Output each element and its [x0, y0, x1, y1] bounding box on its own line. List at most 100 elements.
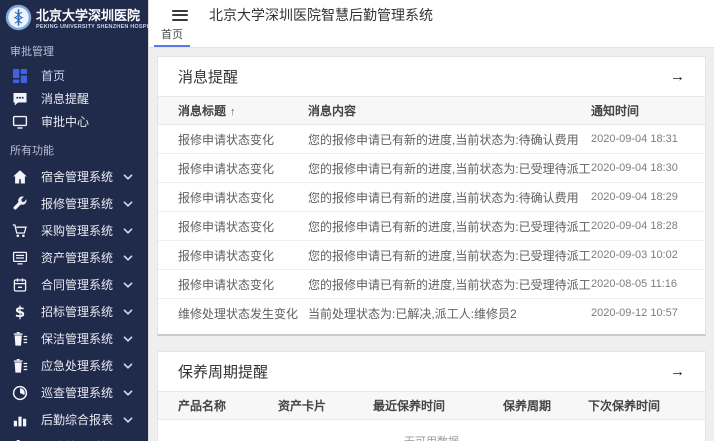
message-title-cell: 报修申请状态变化	[178, 131, 308, 148]
maintenance-panel-title: 保养周期提醒	[178, 361, 268, 382]
hamburger-icon[interactable]	[172, 10, 188, 21]
sidebar-section-label: 所有功能	[0, 133, 148, 163]
message-row[interactable]: 报修申请状态变化您的报修申请已有新的进度,当前状态为:已受理待派工2020-08…	[158, 270, 705, 299]
message-time-cell: 2020-09-04 18:28	[591, 220, 685, 232]
trash-lines-icon	[12, 358, 28, 374]
arrow-right-icon[interactable]: →	[670, 364, 685, 379]
top-bar: 北京大学深圳医院智慧后勤管理系统	[149, 0, 714, 30]
sidebar-item-bidding[interactable]: $ 招标管理系统	[0, 298, 148, 325]
sidebar-item-inspection[interactable]: 巡查管理系统	[0, 379, 148, 406]
sidebar-item-procurement[interactable]: 采购管理系统	[0, 217, 148, 244]
dashboard-icon	[12, 68, 28, 84]
column-header[interactable]: 通知时间	[591, 102, 685, 119]
message-row[interactable]: 报修申请状态变化您的报修申请已有新的进度,当前状态为:待确认费用2020-09-…	[158, 183, 705, 212]
column-header[interactable]: 保养周期	[503, 397, 588, 414]
message-content-cell: 您的报修申请已有新的进度,当前状态为:已受理待派工	[308, 160, 591, 177]
sidebar-item-dormitory[interactable]: 宿舍管理系统	[0, 163, 148, 190]
sidebar-item-cleaning[interactable]: 保洁管理系统	[0, 325, 148, 352]
chevron-down-icon	[122, 306, 134, 318]
message-time-cell: 2020-09-04 18:30	[591, 162, 685, 174]
app-title: 北京大学深圳医院智慧后勤管理系统	[209, 5, 433, 25]
message-row[interactable]: 维修处理状态发生变化当前处理状态为:已解决,派工人:维修员22020-09-12…	[158, 299, 705, 327]
column-header[interactable]: 消息标题↑	[178, 102, 308, 119]
message-content-cell: 您的报修申请已有新的进度,当前状态为:已受理待派工	[308, 218, 591, 235]
chevron-down-icon	[122, 225, 134, 237]
message-panel-header: 消息提醒 →	[158, 57, 705, 96]
chevron-down-icon	[122, 333, 134, 345]
message-content-cell: 您的报修申请已有新的进度,当前状态为:待确认费用	[308, 189, 591, 206]
sidebar-item-label: 采购管理系统	[41, 222, 122, 239]
sidebar-item-label: 审批中心	[41, 113, 134, 130]
sidebar-item-asset[interactable]: 资产管理系统	[0, 244, 148, 271]
sidebar-item-repair[interactable]: 报修管理系统	[0, 190, 148, 217]
sidebar-item-emergency[interactable]: 应急处理系统	[0, 352, 148, 379]
empty-data-text: 无可用数据	[158, 420, 705, 441]
message-content-cell: 您的报修申请已有新的进度,当前状态为:已受理待派工	[308, 247, 591, 264]
chevron-down-icon	[122, 198, 134, 210]
sidebar-item-label: 保洁管理系统	[41, 330, 122, 347]
chevron-down-icon	[122, 414, 134, 426]
hospital-name-en: PEKING UNIVERSITY SHENZHEN HOSPITAL	[36, 24, 144, 30]
message-title-cell: 报修申请状态变化	[178, 218, 308, 235]
maintenance-panel-header: 保养周期提醒 →	[158, 352, 705, 391]
message-content-cell: 您的报修申请已有新的进度,当前状态为:待确认费用	[308, 131, 591, 148]
message-content-cell: 您的报修申请已有新的进度,当前状态为:已受理待派工	[308, 276, 591, 293]
message-row[interactable]: 报修申请状态变化您的报修申请已有新的进度,当前状态为:待确认费用2020-09-…	[158, 125, 705, 154]
message-title-cell: 维修处理状态发生变化	[178, 305, 308, 322]
main-area: 北京大学深圳医院智慧后勤管理系统 首页 消息提醒 → 消息标题↑消息内容通知时间…	[148, 0, 714, 441]
sidebar-item-label: 资产管理系统	[41, 249, 122, 266]
sidebar: 北京大学深圳医院 PEKING UNIVERSITY SHENZHEN HOSP…	[0, 0, 148, 441]
sidebar-item-label: 招标管理系统	[41, 303, 122, 320]
message-time-cell: 2020-08-05 11:16	[591, 278, 685, 290]
tab-home[interactable]: 首页	[154, 26, 190, 47]
monitor-icon	[12, 114, 28, 130]
message-panel-title: 消息提醒	[178, 66, 238, 87]
asset-screen-icon	[12, 250, 28, 266]
sidebar-item-contract[interactable]: 合同管理系统	[0, 271, 148, 298]
home-icon	[12, 169, 28, 185]
column-header[interactable]: 资产卡片	[278, 397, 373, 414]
timer-icon	[12, 385, 28, 401]
maintenance-table-header: 产品名称资产卡片最近保养时间保养周期下次保养时间	[158, 391, 705, 420]
cart-icon	[12, 223, 28, 239]
chevron-down-icon	[122, 279, 134, 291]
message-row[interactable]: 报修申请状态变化您的报修申请已有新的进度,当前状态为:已受理待派工2020-09…	[158, 212, 705, 241]
column-header[interactable]: 消息内容	[308, 102, 591, 119]
sidebar-section-label: 审批管理	[0, 34, 148, 64]
sidebar-item-approval-center[interactable]: 审批中心	[0, 110, 148, 133]
sidebar-item-label: 宿舍管理系统	[41, 168, 122, 185]
tab-bar: 首页	[149, 30, 714, 48]
message-title-cell: 报修申请状态变化	[178, 247, 308, 264]
trash-lines-icon	[12, 331, 28, 347]
arrow-right-icon[interactable]: →	[670, 69, 685, 84]
wrench-icon	[12, 196, 28, 212]
column-header[interactable]: 产品名称	[178, 397, 278, 414]
message-time-cell: 2020-09-04 18:31	[591, 133, 685, 145]
message-row[interactable]: 报修申请状态变化您的报修申请已有新的进度,当前状态为:已受理待派工2020-09…	[158, 241, 705, 270]
column-header[interactable]: 最近保养时间	[373, 397, 503, 414]
hospital-logo: 北京大学深圳医院 PEKING UNIVERSITY SHENZHEN HOSP…	[0, 0, 148, 34]
app-window: 北京大学深圳医院 PEKING UNIVERSITY SHENZHEN HOSP…	[0, 0, 714, 441]
message-time-cell: 2020-09-03 10:02	[591, 249, 685, 261]
content: 消息提醒 → 消息标题↑消息内容通知时间 报修申请状态变化您的报修申请已有新的进…	[149, 48, 714, 441]
sidebar-item-logistics-report[interactable]: 后勤综合报表	[0, 406, 148, 433]
chevron-down-icon	[122, 387, 134, 399]
message-time-cell: 2020-09-12 10:57	[591, 307, 685, 319]
chevron-down-icon	[122, 252, 134, 264]
sidebar-item-medical-waste[interactable]: 医废管理系统	[0, 433, 148, 441]
message-panel: 消息提醒 → 消息标题↑消息内容通知时间 报修申请状态变化您的报修申请已有新的进…	[157, 56, 706, 336]
sort-asc-icon: ↑	[230, 106, 236, 118]
maintenance-panel: 保养周期提醒 → 产品名称资产卡片最近保养时间保养周期下次保养时间 无可用数据	[157, 351, 706, 441]
message-icon	[12, 91, 28, 107]
sidebar-item-home[interactable]: 首页	[0, 64, 148, 87]
sidebar-item-message-reminder[interactable]: 消息提醒	[0, 87, 148, 110]
dollar-icon: $	[12, 304, 28, 320]
sidebar-item-label: 应急处理系统	[41, 357, 122, 374]
column-header[interactable]: 下次保养时间	[588, 397, 685, 414]
message-content-cell: 当前处理状态为:已解决,派工人:维修员2	[308, 305, 591, 322]
chevron-down-icon	[122, 360, 134, 372]
message-row[interactable]: 报修申请状态变化您的报修申请已有新的进度,当前状态为:已受理待派工2020-09…	[158, 154, 705, 183]
calendar-icon	[12, 277, 28, 293]
message-title-cell: 报修申请状态变化	[178, 160, 308, 177]
sidebar-menu: 审批管理首页消息提醒审批中心所有功能宿舍管理系统报修管理系统采购管理系统资产管理…	[0, 34, 148, 441]
